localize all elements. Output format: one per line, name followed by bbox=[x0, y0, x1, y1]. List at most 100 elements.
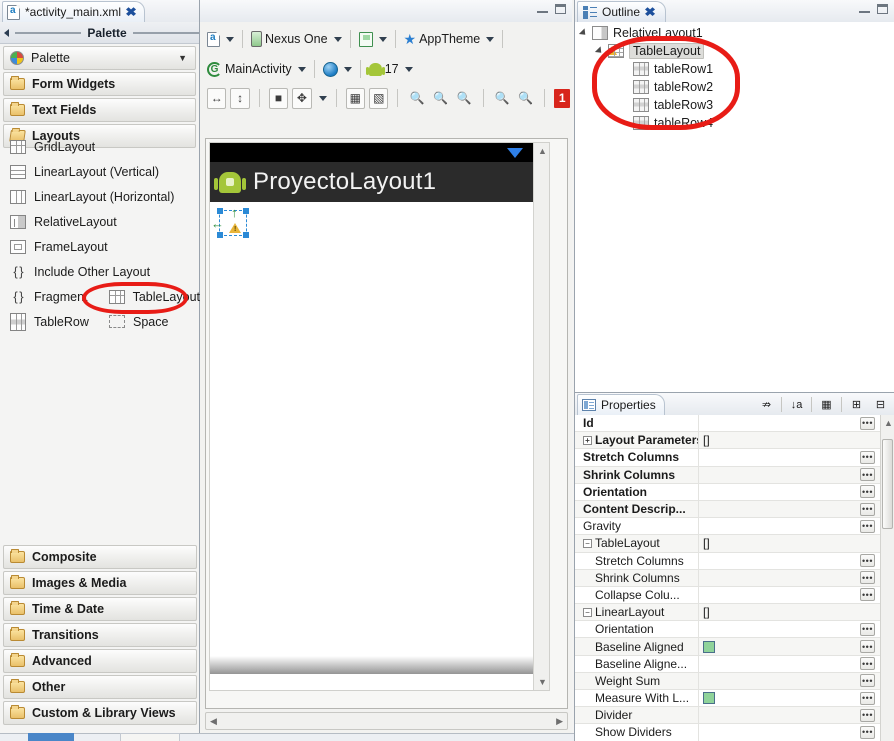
tree-item-tablelayout[interactable]: TableLayout bbox=[575, 42, 894, 60]
property-row[interactable]: Shrink Columns ••• bbox=[575, 569, 894, 587]
property-edit-button[interactable]: ••• bbox=[860, 468, 875, 482]
property-row[interactable]: + Layout Parameters [] bbox=[575, 432, 894, 450]
drawer-other[interactable]: Other bbox=[3, 675, 197, 699]
property-edit-button[interactable]: ••• bbox=[860, 588, 875, 602]
property-row[interactable]: Divider ••• bbox=[575, 707, 894, 725]
chevron-down-icon[interactable]: ▼ bbox=[178, 53, 187, 63]
drawer-form-widgets[interactable]: Form Widgets bbox=[3, 72, 196, 96]
property-row[interactable]: Baseline Aligned ••• bbox=[575, 638, 894, 656]
property-edit-button[interactable]: ••• bbox=[860, 640, 875, 654]
resize-handle-bl[interactable] bbox=[217, 232, 223, 238]
canvas-vertical-scrollbar[interactable]: ▲ ▼ bbox=[533, 143, 549, 690]
resize-handle-tr[interactable] bbox=[243, 208, 249, 214]
property-row[interactable]: Shrink Columns ••• bbox=[575, 466, 894, 484]
palette-item-relativelayout[interactable]: RelativeLayout bbox=[0, 209, 200, 234]
property-edit-button[interactable]: ••• bbox=[860, 416, 875, 430]
property-row[interactable]: Stretch Columns ••• bbox=[575, 552, 894, 570]
sort-alphabetical-icon[interactable]: ↓a bbox=[787, 396, 806, 413]
distribute-icon[interactable]: ✥ bbox=[292, 87, 312, 109]
property-row[interactable]: Baseline Aligne... ••• bbox=[575, 655, 894, 673]
chevron-down-icon[interactable] bbox=[486, 36, 495, 42]
property-edit-button[interactable]: ••• bbox=[860, 571, 875, 585]
expand-icon[interactable]: + bbox=[583, 435, 592, 445]
property-row[interactable]: Orientation ••• bbox=[575, 483, 894, 501]
property-value-cell[interactable]: [] bbox=[699, 536, 894, 550]
palette-item-linearlayout-vertical[interactable]: LinearLayout (Vertical) bbox=[0, 159, 200, 184]
twisty-expanded-icon[interactable] bbox=[578, 28, 589, 38]
minimize-icon[interactable] bbox=[859, 4, 870, 13]
property-row[interactable]: Show Dividers ••• bbox=[575, 724, 894, 741]
property-edit-button[interactable]: ••• bbox=[860, 691, 875, 705]
chevron-down-icon[interactable] bbox=[226, 36, 234, 42]
chevron-down-icon[interactable] bbox=[318, 95, 327, 101]
close-icon[interactable]: ✖ bbox=[644, 6, 656, 18]
chevron-down-icon[interactable] bbox=[297, 66, 306, 72]
palette-item-fragment[interactable]: { } Fragment bbox=[10, 289, 101, 304]
collapse-all-icon[interactable]: ⊟ bbox=[871, 396, 890, 413]
zoom-fit-icon[interactable]: 🔍 bbox=[431, 88, 450, 109]
scroll-down-icon[interactable]: ▼ bbox=[538, 677, 547, 687]
property-row[interactable]: Orientation ••• bbox=[575, 621, 894, 639]
structure-icon[interactable]: ▧ bbox=[369, 87, 389, 109]
property-edit-button[interactable]: ••• bbox=[860, 554, 875, 568]
chevron-down-icon[interactable] bbox=[343, 66, 352, 72]
zoom-out-icon[interactable]: 🔍 bbox=[407, 88, 426, 109]
resize-handle-br[interactable] bbox=[243, 232, 249, 238]
show-outline-icon[interactable]: ■ bbox=[268, 87, 289, 109]
tab-outline[interactable]: Outline ✖ bbox=[577, 1, 667, 22]
property-row[interactable]: Weight Sum ••• bbox=[575, 672, 894, 690]
tree-item-tablerow2[interactable]: tableRow2 bbox=[575, 78, 894, 96]
property-edit-button[interactable]: ••• bbox=[860, 708, 875, 722]
fit-width-icon[interactable]: ↔ bbox=[207, 87, 227, 109]
zoom-100-icon[interactable]: 🔍 bbox=[454, 88, 473, 109]
show-advanced-icon[interactable]: ⇏ bbox=[757, 396, 776, 413]
tree-item-tablerow3[interactable]: tableRow3 bbox=[575, 96, 894, 114]
design-canvas[interactable]: ProyectoLayout1 ← ↑ ▲ ▼ bbox=[205, 138, 568, 709]
fit-height-icon[interactable]: ↕ bbox=[230, 87, 250, 109]
property-edit-button[interactable]: ••• bbox=[860, 450, 875, 464]
palette-drawer[interactable]: Palette ▼ bbox=[3, 46, 196, 70]
property-edit-button[interactable]: ••• bbox=[860, 657, 875, 671]
palette-item-tablelayout[interactable]: TableLayout bbox=[108, 289, 200, 304]
palette-item-include-other-layout[interactable]: { } Include Other Layout bbox=[0, 259, 200, 284]
palette-item-tablerow[interactable]: TableRow bbox=[10, 312, 101, 331]
minimize-icon[interactable] bbox=[537, 4, 548, 13]
tree-item-tablerow1[interactable]: tableRow1 bbox=[575, 60, 894, 78]
scroll-thumb[interactable] bbox=[882, 439, 893, 529]
maximize-icon[interactable] bbox=[555, 4, 566, 14]
properties-scrollbar[interactable]: ▲ bbox=[880, 415, 894, 741]
scroll-left-icon[interactable]: ◀ bbox=[210, 716, 217, 727]
property-edit-button[interactable]: ••• bbox=[860, 502, 875, 516]
device-preview[interactable]: ProyectoLayout1 ← ↑ ▲ ▼ bbox=[209, 142, 550, 691]
property-row[interactable]: Id ••• bbox=[575, 415, 894, 433]
property-value-cell[interactable]: [] bbox=[699, 605, 894, 619]
tab-activity-main-xml[interactable]: *activity_main.xml ✖ bbox=[2, 1, 146, 22]
close-icon[interactable]: ✖ bbox=[125, 6, 137, 18]
property-edit-button[interactable]: ••• bbox=[860, 622, 875, 636]
collapse-left-icon[interactable] bbox=[4, 28, 9, 37]
error-count-badge[interactable]: 1 bbox=[554, 88, 571, 108]
checkbox[interactable] bbox=[703, 640, 715, 653]
bottom-tab-graphical-layout[interactable] bbox=[28, 733, 74, 741]
property-edit-button[interactable]: ••• bbox=[860, 674, 875, 688]
palette-item-framelayout[interactable]: FrameLayout bbox=[0, 234, 200, 259]
property-value-cell[interactable]: ••• bbox=[699, 691, 894, 705]
drawer-custom-library-views[interactable]: Custom & Library Views bbox=[3, 701, 197, 725]
property-row[interactable]: Stretch Columns ••• bbox=[575, 449, 894, 467]
chevron-down-icon[interactable] bbox=[333, 36, 342, 42]
collapse-icon[interactable]: − bbox=[583, 607, 592, 617]
zoom-plus-icon[interactable]: 🔍 bbox=[516, 88, 535, 109]
include-in-icon[interactable]: ▦ bbox=[345, 87, 366, 109]
layout-config-icon[interactable] bbox=[207, 31, 220, 47]
scroll-up-icon[interactable]: ▲ bbox=[884, 418, 893, 428]
api-level-label[interactable]: 17 bbox=[385, 62, 399, 76]
scroll-right-icon[interactable]: ▶ bbox=[556, 716, 563, 727]
property-edit-button[interactable]: ••• bbox=[860, 485, 875, 499]
tree-item-tablerow4[interactable]: tableRow4 bbox=[575, 114, 894, 132]
property-edit-button[interactable]: ••• bbox=[860, 519, 875, 533]
bottom-tab-xml[interactable] bbox=[120, 733, 180, 741]
property-row[interactable]: Collapse Colu... ••• bbox=[575, 586, 894, 605]
drawer-text-fields[interactable]: Text Fields bbox=[3, 98, 196, 122]
tab-properties[interactable]: Properties bbox=[577, 394, 665, 415]
resize-handle-tl[interactable] bbox=[217, 208, 223, 214]
